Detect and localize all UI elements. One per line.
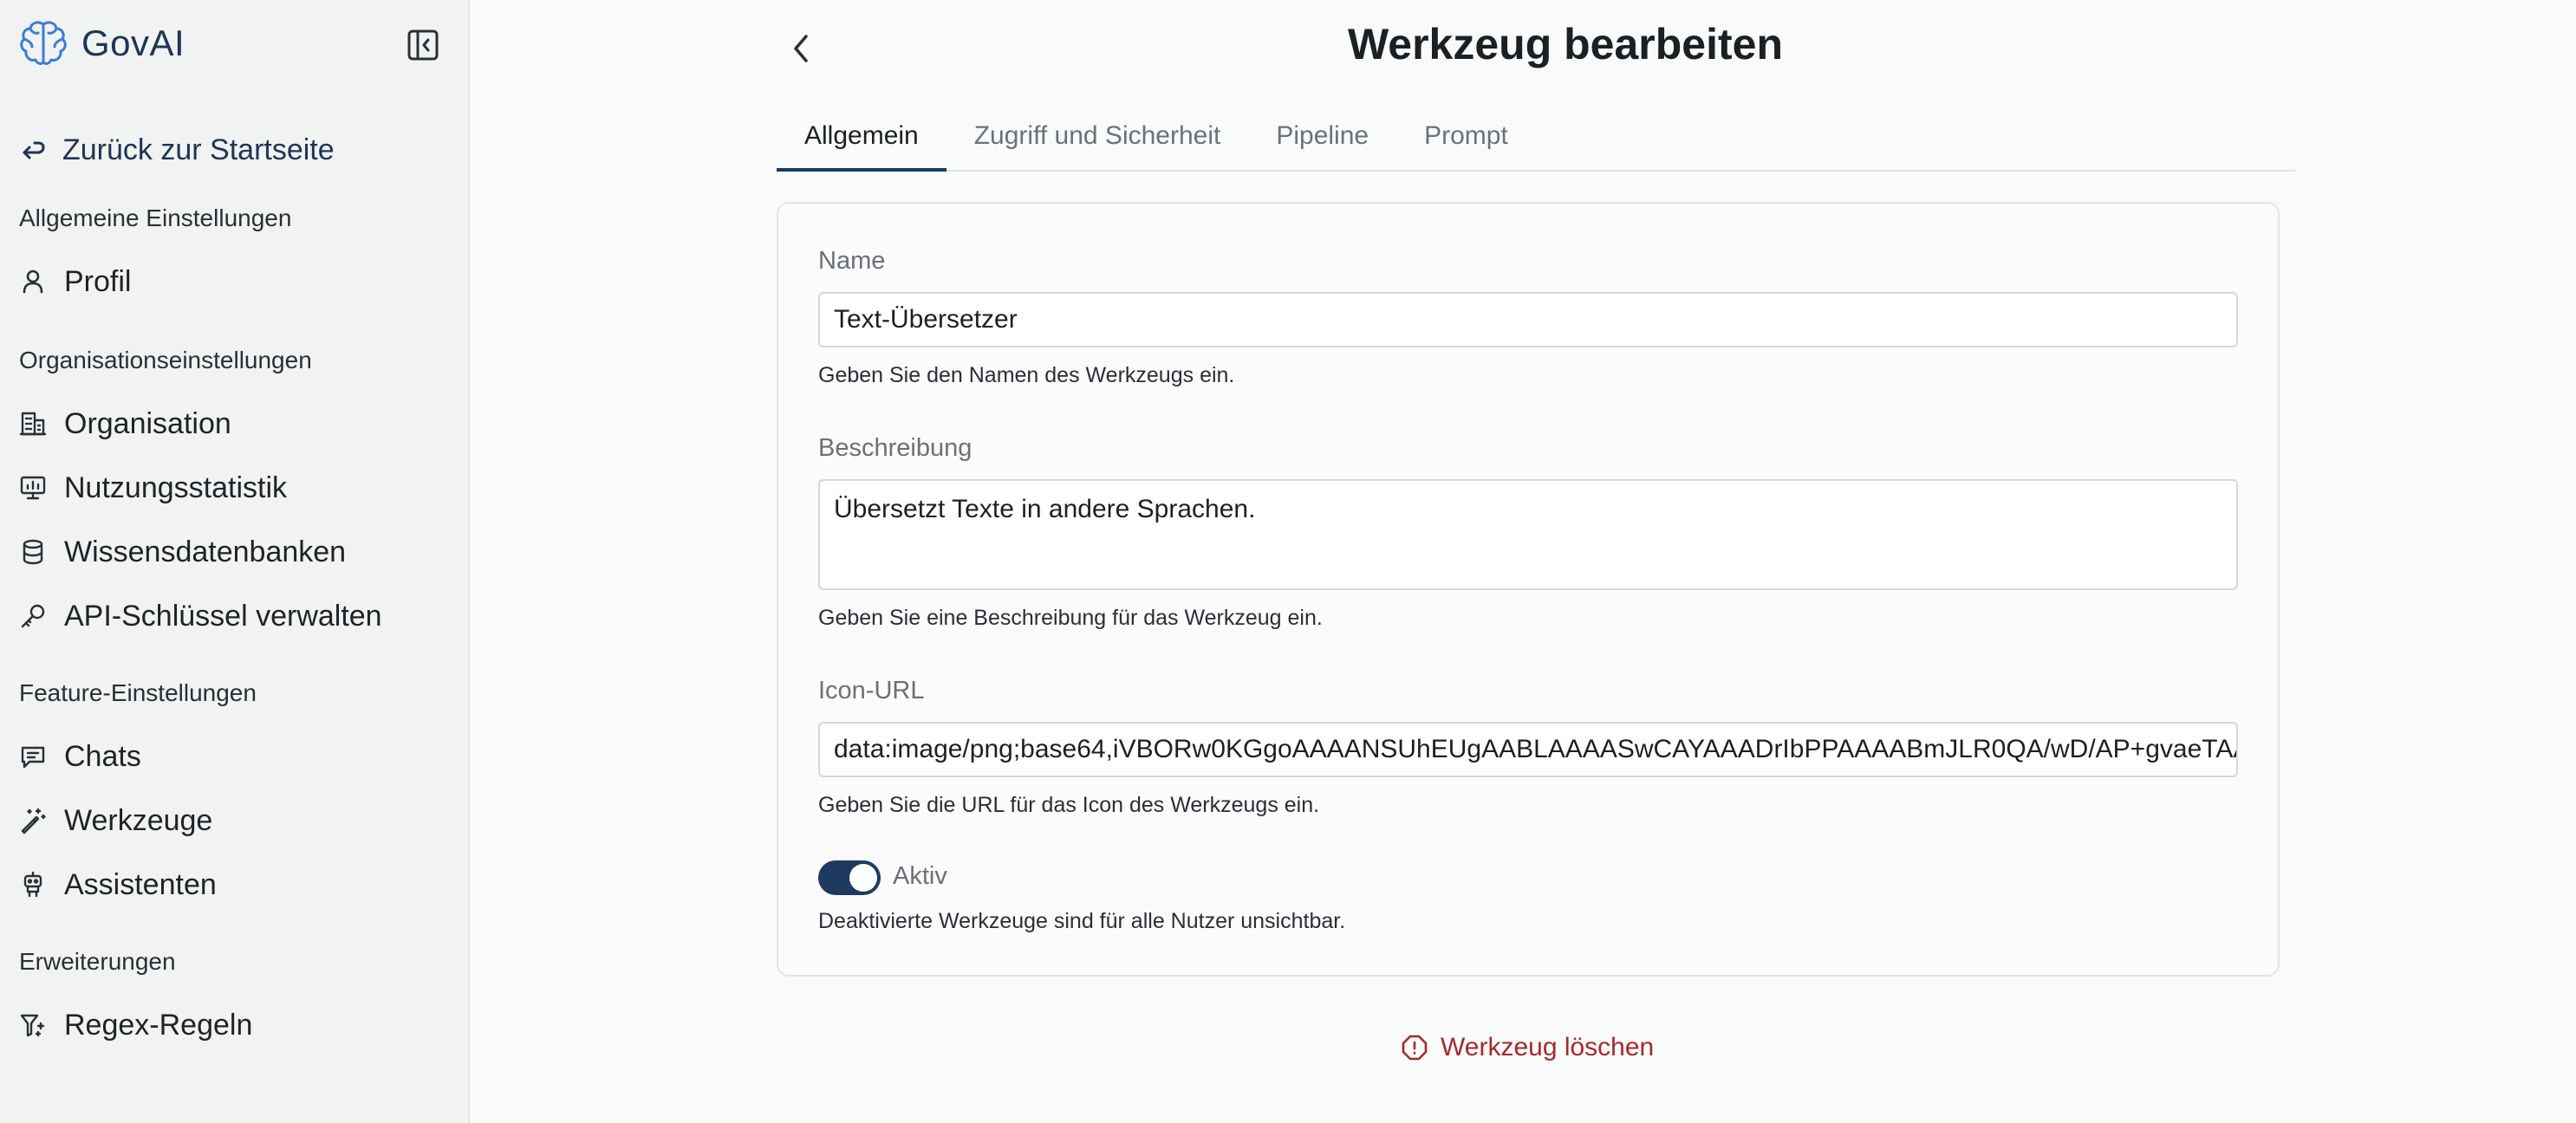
sidebar-item-label: Chats — [64, 739, 141, 773]
sidebar-item-nutzungsstatistik[interactable]: Nutzungsstatistik — [19, 466, 287, 510]
tab-prompt[interactable]: Prompt — [1396, 109, 1536, 172]
tab-pipeline[interactable]: Pipeline — [1248, 109, 1396, 172]
name-label: Name — [818, 247, 886, 275]
description-label: Beschreibung — [818, 434, 973, 462]
icon-url-field[interactable]: data:image/png;base64,iVBORw0KGgoAAAANSU… — [818, 722, 2238, 777]
database-icon — [23, 539, 43, 565]
section-label-general: Allgemeine Einstellungen — [19, 204, 292, 231]
sidebar-item-label: Profil — [64, 264, 132, 298]
section-label-features: Feature-Einstellungen — [19, 679, 257, 706]
sidebar-item-profil[interactable]: Profil — [19, 260, 131, 303]
brand[interactable]: GovAI — [17, 17, 185, 69]
tab-allgemein[interactable]: Allgemein — [777, 109, 946, 172]
delete-tool-button[interactable]: Werkzeug löschen — [1401, 1033, 1654, 1062]
name-field[interactable]: Text-Übersetzer — [818, 292, 2238, 347]
active-hint: Deaktivierte Werkzeuge sind für alle Nut… — [818, 909, 1346, 933]
app-name: GovAI — [81, 23, 185, 63]
icon-url-label: Icon-URL — [818, 677, 925, 704]
user-icon — [23, 269, 43, 294]
return-arrow-icon — [23, 141, 45, 159]
sidebar-item-label: Wissensdatenbanken — [64, 535, 347, 568]
sidebar-item-organisation[interactable]: Organisation — [19, 402, 231, 445]
sidebar-item-assistenten[interactable]: Assistenten — [19, 863, 217, 906]
magic-wand-icon — [21, 808, 46, 834]
building-icon — [19, 412, 47, 436]
page-title: Werkzeug bearbeiten — [1347, 20, 1783, 68]
chevron-left-icon[interactable] — [784, 28, 818, 69]
alert-octagon-icon — [1402, 1035, 1428, 1061]
active-toggle-label: Aktiv — [893, 862, 947, 890]
general-settings-card: Name Text-Übersetzer Geben Sie den Namen… — [777, 202, 2280, 977]
sidebar-item-regex-regeln[interactable]: Regex-Regeln — [19, 1003, 252, 1047]
sidebar-item-api-keys[interactable]: API-Schlüssel verwalten — [19, 594, 382, 638]
toggle-knob — [849, 864, 877, 892]
sidebar-item-werkzeuge[interactable]: Werkzeuge — [19, 799, 212, 842]
section-label-organisation: Organisationseinstellungen — [19, 347, 312, 373]
sidebar-item-chats[interactable]: Chats — [19, 735, 141, 778]
tab-zugriff-und-sicherheit[interactable]: Zugriff und Sicherheit — [946, 109, 1249, 172]
name-hint: Geben Sie den Namen des Werkzeugs ein. — [818, 363, 1235, 387]
sidebar-item-label: API-Schlüssel verwalten — [64, 599, 382, 633]
brain-logo-icon — [20, 21, 67, 65]
sidebar-item-label: Regex-Regeln — [64, 1008, 253, 1042]
sidebar-item-label: Nutzungsstatistik — [64, 471, 287, 504]
tab-bar: Allgemein Zugriff und Sicherheit Pipelin… — [777, 109, 2295, 172]
sidebar-item-label: Werkzeuge — [64, 803, 213, 837]
section-label-extensions: Erweiterungen — [19, 948, 176, 975]
sidebar-item-wissensdatenbanken[interactable]: Wissensdatenbanken — [19, 530, 346, 574]
active-toggle[interactable] — [818, 860, 881, 895]
filter-sparkle-icon — [20, 1014, 45, 1037]
presentation-chart-icon — [20, 476, 46, 500]
chat-icon — [21, 746, 45, 769]
description-hint: Geben Sie eine Beschreibung für das Werk… — [818, 606, 1323, 630]
back-to-home-link[interactable]: Zurück zur Startseite — [21, 133, 335, 167]
key-icon — [21, 604, 45, 628]
sidebar-item-label: Assistenten — [64, 867, 217, 901]
delete-tool-label: Werkzeug löschen — [1441, 1033, 1655, 1061]
icon-url-hint: Geben Sie die URL für das Icon des Werkz… — [818, 793, 1320, 817]
description-field[interactable]: Übersetzt Texte in andere Sprachen. — [818, 479, 2238, 590]
sidebar-item-label: Organisation — [64, 406, 231, 440]
robot-icon — [23, 871, 42, 898]
sidebar: GovAI Zurück zur Startseite Allgemeine E… — [0, 0, 470, 1123]
back-link-label: Zurück zur Startseite — [62, 133, 335, 166]
collapse-sidebar-icon[interactable] — [406, 28, 440, 62]
